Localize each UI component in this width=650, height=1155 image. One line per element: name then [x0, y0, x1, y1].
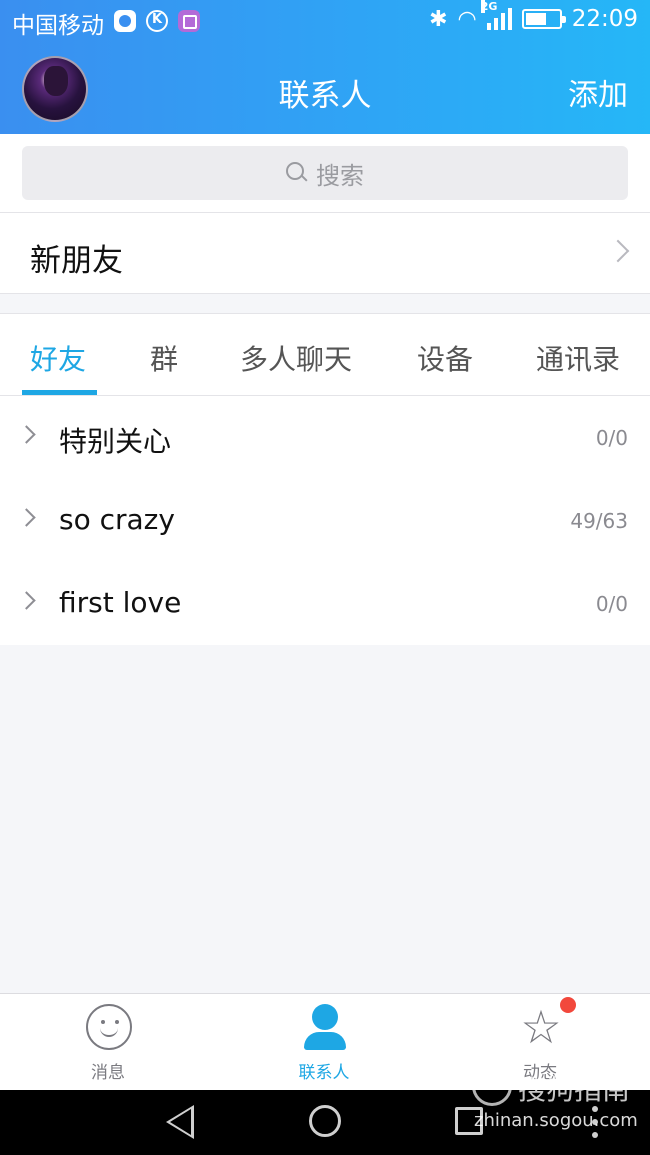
list-item[interactable]: 特别关心 0/0 — [0, 396, 650, 479]
chevron-right-icon — [17, 508, 36, 527]
group-name: 特别关心 — [59, 425, 172, 458]
tab-address-book[interactable]: 通讯录 — [536, 338, 620, 378]
notification-badge — [560, 997, 576, 1013]
signal-icon: 2G — [480, 0, 512, 30]
nav-label: 联系人 — [298, 1063, 350, 1083]
star-icon: ☆ — [520, 1000, 562, 1054]
nav-messages[interactable]: 消息 — [0, 994, 216, 1091]
list-item[interactable]: first love 0/0 — [0, 562, 650, 645]
search-icon — [286, 162, 308, 184]
watermark-title: 搜狗指南 — [518, 1073, 631, 1106]
active-tab-indicator — [22, 390, 97, 395]
friend-group-list: 特别关心 0/0 so crazy 49/63 first love 0/0 — [0, 396, 650, 645]
group-count: 0/0 — [595, 426, 628, 450]
tab-multi-chat[interactable]: 多人聊天 — [240, 338, 352, 378]
sogou-logo-icon — [472, 1066, 512, 1106]
list-item[interactable]: so crazy 49/63 — [0, 479, 650, 562]
watermark-url: zhinan.sogou.com — [474, 1110, 638, 1131]
qq-notification-icon — [114, 10, 136, 32]
status-bar: 中国移动 ✱ ◠ 2G 22:09 — [0, 0, 650, 44]
page-title: 联系人 — [278, 78, 372, 114]
k-app-notification-icon — [146, 10, 168, 32]
new-friends-row[interactable]: 新朋友 — [0, 212, 650, 294]
chevron-right-icon — [606, 239, 630, 263]
contact-person-icon — [302, 1004, 348, 1050]
group-name: so crazy — [59, 503, 175, 536]
tab-groups[interactable]: 群 — [150, 338, 178, 378]
back-icon[interactable] — [166, 1105, 194, 1139]
new-friends-label: 新朋友 — [30, 243, 123, 279]
battery-icon — [521, 9, 566, 29]
tab-devices[interactable]: 设备 — [417, 338, 473, 378]
nav-label: 消息 — [91, 1063, 125, 1083]
contact-tabs: 好友 群 多人聊天 设备 通讯录 — [0, 313, 650, 396]
search-input[interactable]: 搜索 — [22, 146, 628, 200]
chevron-right-icon — [17, 591, 36, 610]
carrier-label: 中国移动 — [12, 13, 104, 39]
nav-contacts[interactable]: 联系人 — [216, 994, 432, 1091]
gallery-notification-icon — [178, 10, 200, 32]
wifi-icon: ◠ — [457, 6, 477, 32]
bluetooth-icon: ✱ — [429, 6, 448, 32]
add-button[interactable]: 添加 — [568, 70, 628, 114]
network-type-label: 2G — [480, 0, 498, 13]
app-header: 中国移动 ✱ ◠ 2G 22:09 联系人 添加 — [0, 0, 650, 134]
message-smile-icon — [86, 1004, 132, 1050]
home-icon[interactable] — [309, 1105, 341, 1137]
status-icons: ✱ ◠ 2G 22:09 — [429, 0, 638, 32]
search-placeholder: 搜索 — [316, 161, 364, 190]
group-count: 0/0 — [595, 592, 628, 616]
chevron-right-icon — [17, 425, 36, 444]
search-area: 搜索 — [0, 134, 650, 212]
group-count: 49/63 — [570, 509, 628, 533]
status-time: 22:09 — [571, 6, 638, 32]
tab-friends[interactable]: 好友 — [30, 338, 86, 378]
group-name: first love — [59, 586, 182, 619]
